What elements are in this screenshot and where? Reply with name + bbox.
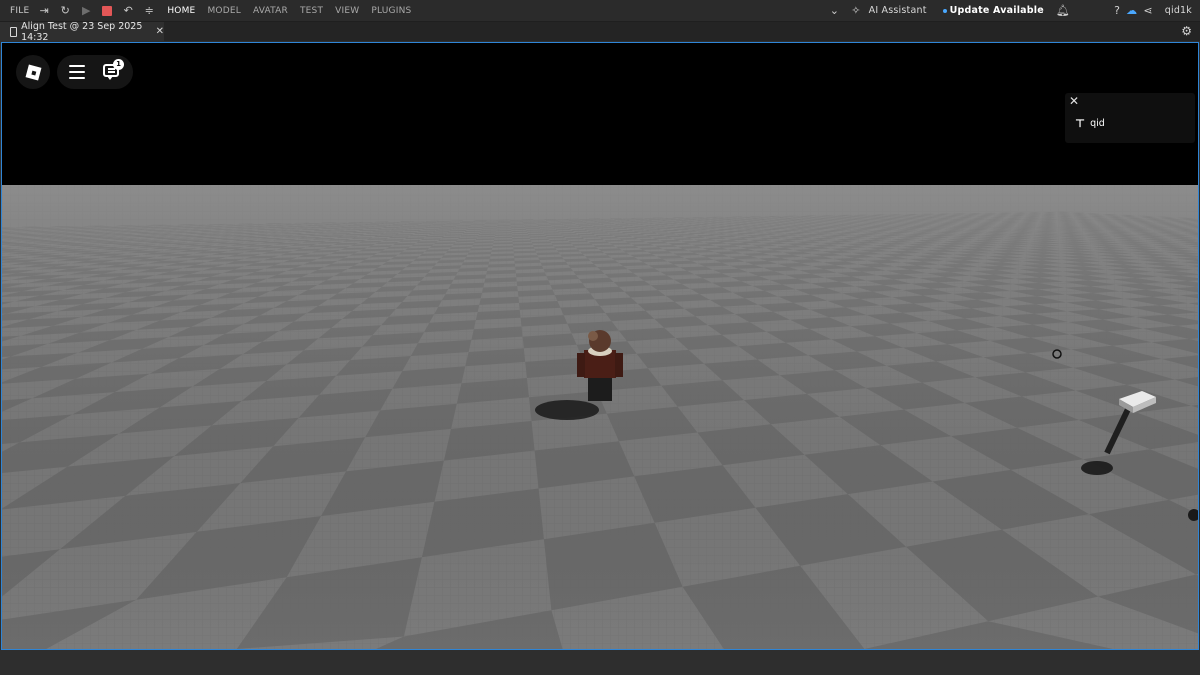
status-bar <box>0 650 1200 675</box>
tab-model[interactable]: MODEL <box>207 6 240 16</box>
stop-icon <box>102 5 113 16</box>
roblox-logo-icon <box>25 64 41 80</box>
avatar-shadow <box>535 400 599 420</box>
chevron-down-icon[interactable]: ⌄ <box>830 4 839 17</box>
undo-icon[interactable]: ↶ <box>122 4 134 17</box>
topbar-pill: 1 <box>57 55 133 89</box>
cloud-icon[interactable]: ☁ <box>1126 4 1137 17</box>
update-label: Update Available <box>949 5 1044 16</box>
tab-test[interactable]: TEST <box>300 6 323 16</box>
ai-assistant-button[interactable]: AI Assistant <box>869 5 927 16</box>
notification-bell-icon[interactable]: 🔔︎ <box>1056 4 1070 17</box>
scene-canvas <box>2 43 1198 649</box>
roblox-menu-button[interactable] <box>16 55 50 89</box>
menu-right-group: ⌄ ✧ AI Assistant Update Available 🔔︎ ? ☁… <box>818 0 1200 21</box>
tab-home[interactable]: HOME <box>167 6 195 16</box>
tab-view[interactable]: VIEW <box>335 6 359 16</box>
tab-avatar[interactable]: AVATAR <box>253 6 288 16</box>
redo-arrow-icon[interactable]: ↻ <box>59 4 71 17</box>
update-available-button[interactable]: Update Available <box>942 5 1044 16</box>
tab-plugins[interactable]: PLUGINS <box>371 6 411 16</box>
game-viewport[interactable]: 1 ✕ ⊤ qid <box>1 42 1199 650</box>
share-icon[interactable]: ⋖ <box>1143 4 1152 17</box>
more-options-icon[interactable]: ≑ <box>143 4 155 17</box>
file-menu[interactable]: FILE <box>10 6 29 16</box>
stop-button[interactable] <box>101 5 113 17</box>
gear-icon[interactable]: ⚙ <box>1181 24 1192 38</box>
document-tab-bar: Align Test @ 23 Sep 2025 14:32 ✕ ⚙ <box>0 20 1200 43</box>
tool-slot[interactable]: ⊤ qid <box>1075 117 1105 130</box>
file-icon <box>10 26 18 37</box>
close-tab-icon[interactable]: ✕ <box>156 26 164 37</box>
username-label[interactable]: qid1k <box>1165 5 1192 16</box>
document-tab-title: Align Test @ 23 Sep 2025 14:32 <box>21 20 143 43</box>
tool-name: qid <box>1090 118 1105 129</box>
sparkle-icon: ✧ <box>851 4 861 17</box>
play-icon[interactable]: ▶ <box>80 4 92 17</box>
document-tab[interactable]: Align Test @ 23 Sep 2025 14:32 ✕ <box>0 20 164 43</box>
import-icon[interactable]: ⇥ <box>38 4 50 17</box>
chat-badge: 1 <box>113 59 124 70</box>
hamburger-menu-icon[interactable] <box>69 65 85 79</box>
backpack-panel: ✕ ⊤ qid <box>1065 93 1195 143</box>
update-dot-icon <box>942 8 947 13</box>
hammer-icon: ⊤ <box>1075 117 1086 130</box>
help-icon[interactable]: ? <box>1114 4 1120 17</box>
menu-bar: FILE ⇥ ↻ ▶ ↶ ≑ HOME MODEL AVATAR TEST VI… <box>0 0 1200 22</box>
baseplate <box>2 185 1198 649</box>
close-icon[interactable]: ✕ <box>1069 94 1079 108</box>
